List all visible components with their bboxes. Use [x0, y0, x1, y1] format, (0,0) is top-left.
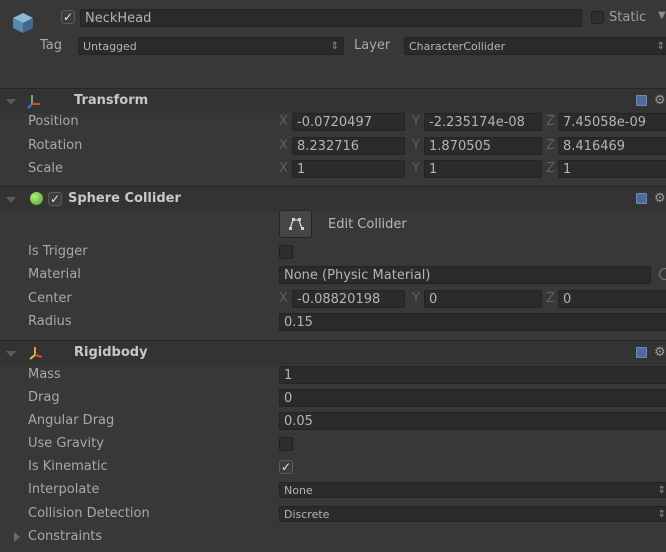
rotation-y-axis: Y [412, 138, 420, 153]
collision-detection-dropdown[interactable]: Discrete ⇕ [279, 506, 666, 522]
is-trigger-label: Is Trigger [28, 244, 88, 259]
center-z-field[interactable]: 0 [558, 290, 666, 308]
constraints-label[interactable]: Constraints [28, 528, 102, 546]
help-icon[interactable] [636, 95, 647, 106]
scale-z-field[interactable]: 1 [558, 160, 666, 178]
object-name-field[interactable]: NeckHead [80, 9, 582, 27]
sphere-collider-header[interactable]: ✓ Sphere Collider ⚙ [0, 186, 666, 211]
gear-icon[interactable]: ⚙ [654, 192, 666, 205]
use-gravity-checkbox[interactable] [279, 437, 293, 451]
active-checkbox[interactable]: ✓ [61, 10, 75, 24]
chevron-updown-icon: ⇕ [656, 41, 665, 52]
sphere-collider-icon [30, 192, 43, 205]
help-icon[interactable] [636, 347, 647, 358]
drag-field[interactable]: 0 [279, 389, 666, 407]
scale-y-field[interactable]: 1 [424, 160, 542, 178]
chevron-updown-icon: ⇕ [657, 509, 666, 520]
collision-detection-value: Discrete [284, 508, 330, 521]
material-label: Material [28, 267, 81, 282]
scale-z-axis: Z [546, 161, 555, 176]
position-x-field[interactable]: -0.0720497 [292, 113, 405, 131]
static-checkbox[interactable] [591, 11, 604, 24]
center-y-field[interactable]: 0 [424, 290, 542, 308]
rigidbody-title: Rigidbody [74, 345, 148, 360]
chevron-updown-icon: ⇕ [657, 485, 666, 496]
gear-icon[interactable]: ⚙ [654, 94, 666, 107]
gear-icon[interactable]: ⚙ [654, 346, 666, 359]
radius-field[interactable]: 0.15 [279, 313, 666, 331]
gameobject-header: ✓ NeckHead Static ▼ Tag Untagged ⇕ Layer… [0, 0, 666, 80]
is-trigger-checkbox[interactable] [279, 245, 293, 259]
interpolate-value: None [284, 484, 313, 497]
scale-label: Scale [28, 161, 63, 176]
rotation-x-axis: X [279, 138, 288, 153]
center-label: Center [28, 291, 72, 306]
rotation-z-field[interactable]: 8.416469 [558, 137, 666, 155]
use-gravity-label: Use Gravity [28, 436, 104, 451]
rigidbody-icon [29, 347, 43, 360]
position-y-axis: Y [412, 114, 420, 129]
static-dropdown-icon[interactable]: ▼ [658, 10, 666, 21]
transform-axis-icon [27, 95, 40, 109]
rigidbody-header[interactable]: Rigidbody ⚙ [0, 340, 666, 365]
layer-value: CharacterCollider [409, 40, 506, 53]
mass-field[interactable]: 1 [279, 366, 666, 384]
layer-label: Layer [354, 38, 391, 53]
foldout-arrow-icon[interactable] [6, 197, 16, 203]
transform-title: Transform [74, 93, 149, 108]
position-y-field[interactable]: -2.235174e-08 [424, 113, 542, 131]
foldout-arrow-icon[interactable] [6, 99, 16, 105]
is-kinematic-checkbox[interactable]: ✓ [279, 460, 293, 474]
material-field[interactable]: None (Physic Material) [279, 266, 651, 284]
tag-label: Tag [40, 38, 63, 53]
drag-label: Drag [28, 390, 60, 405]
object-picker-icon[interactable] [659, 268, 666, 280]
rotation-y-field[interactable]: 1.870505 [424, 137, 542, 155]
scale-x-axis: X [279, 161, 288, 176]
edit-collider-icon [289, 218, 304, 230]
center-x-field[interactable]: -0.08820198 [292, 290, 405, 308]
chevron-updown-icon: ⇕ [330, 41, 339, 52]
center-z-axis: Z [546, 291, 555, 306]
center-y-axis: Y [412, 291, 420, 306]
interpolate-dropdown[interactable]: None ⇕ [279, 482, 666, 498]
constraints-foldout-icon[interactable] [14, 532, 20, 542]
sphere-collider-title: Sphere Collider [68, 191, 181, 206]
help-icon[interactable] [636, 193, 647, 204]
layer-dropdown[interactable]: CharacterCollider ⇕ [404, 37, 666, 55]
radius-label: Radius [28, 314, 72, 329]
static-label: Static [609, 10, 647, 25]
position-x-axis: X [279, 114, 288, 129]
center-x-axis: X [279, 291, 288, 306]
rotation-label: Rotation [28, 138, 83, 153]
edit-collider-button[interactable] [279, 210, 312, 238]
interpolate-label: Interpolate [28, 482, 100, 497]
mass-label: Mass [28, 367, 61, 382]
position-z-axis: Z [546, 114, 555, 129]
transform-header[interactable]: Transform ⚙ [0, 88, 666, 113]
tag-dropdown[interactable]: Untagged ⇕ [78, 37, 344, 55]
sphere-collider-enabled-checkbox[interactable]: ✓ [48, 192, 62, 206]
foldout-arrow-icon[interactable] [6, 351, 16, 357]
edit-collider-label: Edit Collider [328, 217, 407, 232]
is-kinematic-label: Is Kinematic [28, 459, 108, 474]
scale-y-axis: Y [412, 161, 420, 176]
gameobject-cube-icon [13, 13, 33, 33]
position-z-field[interactable]: 7.45058e-09 [558, 113, 666, 131]
angular-drag-label: Angular Drag [28, 413, 115, 428]
tag-value: Untagged [83, 40, 137, 53]
rotation-z-axis: Z [546, 138, 555, 153]
position-label: Position [28, 114, 79, 129]
rotation-x-field[interactable]: 8.232716 [292, 137, 405, 155]
angular-drag-field[interactable]: 0.05 [279, 412, 666, 430]
collision-detection-label: Collision Detection [28, 506, 150, 521]
scale-x-field[interactable]: 1 [292, 160, 405, 178]
